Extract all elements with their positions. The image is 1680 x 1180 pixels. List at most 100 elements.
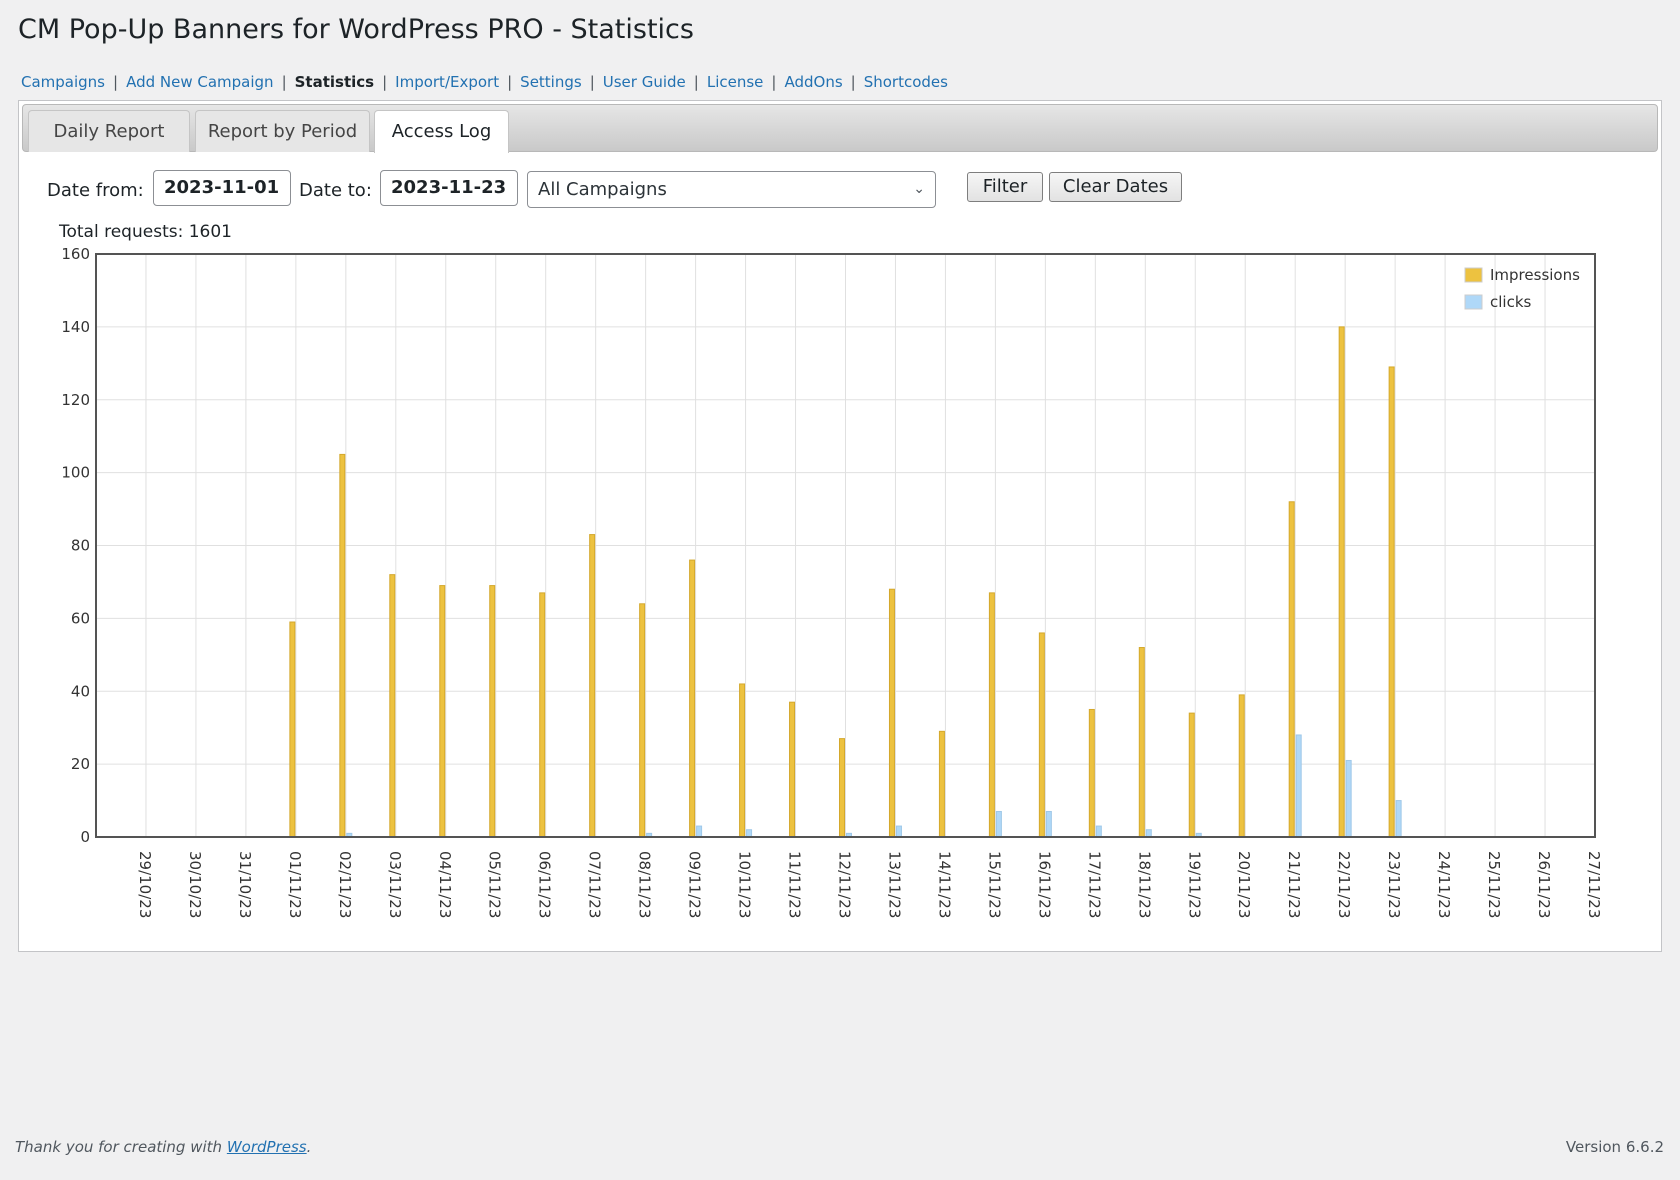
clicks-bar (696, 825, 703, 838)
x-tick-label: 01/11/23 (286, 851, 304, 918)
clicks-bar (1395, 800, 1402, 838)
x-tick-label: 30/10/23 (186, 851, 204, 918)
x-tick-label: 26/11/23 (1535, 851, 1553, 918)
y-tick-label: 80 (71, 537, 90, 555)
impressions-bar (988, 592, 995, 838)
y-tick-label: 140 (61, 318, 90, 336)
x-tick-label: 18/11/23 (1135, 851, 1153, 918)
y-tick-label: 40 (71, 682, 90, 700)
tab-bar: Daily Report Report by Period Access Log (22, 104, 1658, 153)
legend-label: Impressions (1490, 266, 1580, 284)
impressions-bar (639, 603, 646, 838)
clicks-bar (746, 829, 753, 838)
date-from-input[interactable]: 2023-11-01 (153, 170, 291, 206)
subnav-user-guide[interactable]: User Guide (603, 73, 686, 91)
impressions-bar (339, 453, 346, 838)
impressions-bar (589, 534, 596, 838)
date-to-label: Date to: (299, 180, 372, 201)
impressions-bar (789, 701, 796, 838)
y-tick-label: 120 (61, 391, 90, 409)
x-tick-label: 14/11/23 (935, 851, 953, 918)
subnav-statistics[interactable]: Statistics (295, 73, 374, 91)
x-tick-label: 03/11/23 (386, 851, 404, 918)
legend-swatch (1464, 294, 1483, 310)
x-tick-label: 21/11/23 (1285, 851, 1303, 918)
impressions-bar (689, 559, 696, 838)
access-log-chart: 0 20 40 60 80 100 120 140 160 29/10/23 30/10/23 31/… (61, 245, 1603, 918)
impressions-bar (1138, 647, 1145, 838)
impressions-bar (389, 574, 396, 838)
clicks-bar (1345, 759, 1352, 838)
clicks-bar (1045, 810, 1052, 838)
subnav-settings[interactable]: Settings (520, 73, 582, 91)
x-tick-label: 23/11/23 (1385, 851, 1403, 918)
impressions-bar (1088, 708, 1095, 838)
x-tick-label: 08/11/23 (636, 851, 654, 918)
y-tick-label: 0 (80, 828, 90, 846)
footer-wordpress-link[interactable]: WordPress (227, 1138, 307, 1156)
clicks-bar (895, 825, 902, 838)
x-tick-label: 22/11/23 (1335, 851, 1353, 918)
subnav-separator: | (507, 73, 513, 91)
impressions-bar (539, 592, 546, 838)
x-tick-label: 17/11/23 (1085, 851, 1103, 918)
subnav-separator: | (589, 73, 595, 91)
impressions-bar (1038, 632, 1045, 838)
tab-access-log[interactable]: Access Log (374, 110, 509, 153)
chevron-down-icon: ⌄ (913, 181, 925, 197)
filter-button[interactable]: Filter (967, 172, 1043, 202)
x-tick-label: 02/11/23 (336, 851, 354, 918)
footer-thanks: Thank you for creating with WordPress. (15, 1138, 311, 1156)
tab-daily-report[interactable]: Daily Report (28, 110, 190, 152)
subnav-add-new-campaign[interactable]: Add New Campaign (126, 73, 273, 91)
clicks-bar (1095, 825, 1102, 838)
subnav-separator: | (382, 73, 388, 91)
impressions-bar (739, 683, 746, 838)
x-tick-label: 25/11/23 (1485, 851, 1503, 918)
clicks-bar (1295, 734, 1302, 838)
total-requests: Total requests: 1601 (59, 222, 232, 242)
impressions-bar (888, 588, 895, 838)
clicks-bar (995, 810, 1002, 838)
total-requests-label: Total requests: (59, 222, 184, 242)
subnav-separator: | (113, 73, 119, 91)
subnav-license[interactable]: License (707, 73, 764, 91)
subnav-import-export[interactable]: Import/Export (395, 73, 499, 91)
x-tick-label: 19/11/23 (1185, 851, 1203, 918)
tab-report-by-period[interactable]: Report by Period (195, 110, 370, 152)
impressions-bar (439, 585, 446, 838)
clear-dates-button[interactable]: Clear Dates (1049, 172, 1182, 202)
x-tick-label: 10/11/23 (736, 851, 754, 918)
footer-version: Version 6.6.2 (1565, 1138, 1664, 1156)
page-title: CM Pop-Up Banners for WordPress PRO - St… (18, 14, 694, 45)
x-tick-label: 09/11/23 (686, 851, 704, 918)
total-requests-value: 1601 (188, 222, 232, 242)
legend-label: clicks (1490, 293, 1532, 311)
date-from-label: Date from: (47, 180, 144, 201)
impressions-bar (1388, 366, 1395, 838)
x-tick-label: 06/11/23 (536, 851, 554, 918)
legend-swatch (1464, 267, 1483, 283)
x-tick-label: 12/11/23 (836, 851, 854, 918)
x-tick-label: 04/11/23 (436, 851, 454, 918)
subnav-separator: | (850, 73, 856, 91)
impressions-bar (1238, 694, 1245, 838)
x-tick-label: 29/10/23 (136, 851, 154, 918)
campaign-select-value: All Campaigns (538, 179, 667, 200)
subnav-campaigns[interactable]: Campaigns (21, 73, 105, 91)
subnav-addons[interactable]: AddOns (784, 73, 842, 91)
campaign-select[interactable]: All Campaigns ⌄ (527, 171, 936, 208)
subnav-shortcodes[interactable]: Shortcodes (864, 73, 948, 91)
clicks-bar (1145, 829, 1152, 838)
x-tick-label: 24/11/23 (1435, 851, 1453, 918)
x-tick-label: 13/11/23 (885, 851, 903, 918)
x-tick-label: 20/11/23 (1235, 851, 1253, 918)
x-tick-label: 07/11/23 (586, 851, 604, 918)
x-tick-label: 11/11/23 (786, 851, 804, 918)
subnav-separator: | (693, 73, 699, 91)
y-tick-label: 160 (61, 245, 90, 263)
date-to-input[interactable]: 2023-11-23 (380, 170, 518, 206)
impressions-bar (1288, 501, 1295, 838)
y-tick-label: 60 (71, 609, 90, 627)
subnav: Campaigns | Add New Campaign | Statistics | Im… (21, 73, 948, 91)
